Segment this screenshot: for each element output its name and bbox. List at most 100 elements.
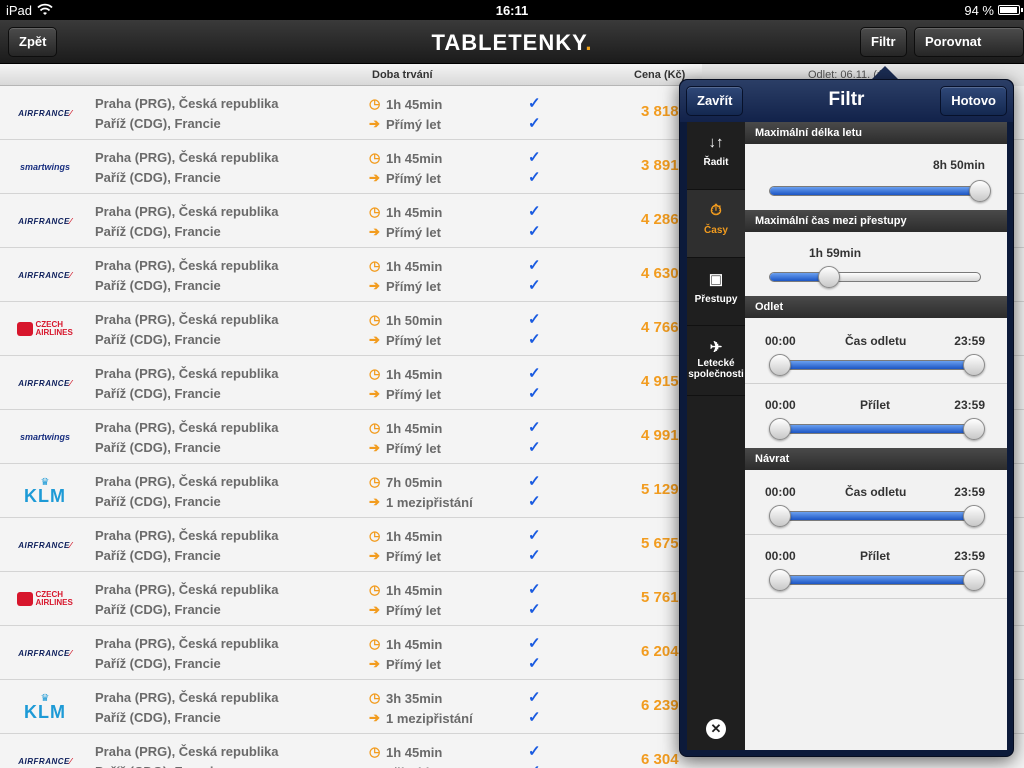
clock-icon: ◷ xyxy=(369,96,381,111)
column-duration[interactable]: Doba trvání xyxy=(372,69,433,81)
check-icon: ✓ xyxy=(528,635,541,652)
destination: Paříž (CDG), Francie xyxy=(95,656,221,671)
arrival-time-range-slider[interactable] xyxy=(769,418,985,440)
check-icon: ✓ xyxy=(528,581,541,598)
origin: Praha (PRG), Česká republika xyxy=(95,420,279,435)
nav-bar: Zpět TABLETENKY. Filtr Porovnat ceny xyxy=(0,20,1024,77)
slider-handle-max[interactable] xyxy=(963,505,985,527)
return-departure-time-from: 00:00 xyxy=(765,485,796,499)
destination: Paříž (CDG), Francie xyxy=(95,548,221,563)
arrow-right-icon: ➔ xyxy=(369,656,380,671)
origin: Praha (PRG), Česká republika xyxy=(95,582,279,597)
price: 5 761 xyxy=(641,589,679,606)
airline-logo: AIRFRANCE⁄ xyxy=(8,194,82,248)
max-duration-slider[interactable] xyxy=(769,180,991,202)
airline-logo: AIRFRANCE⁄ xyxy=(8,518,82,572)
tab-times[interactable]: ⏱ Časy xyxy=(687,190,745,258)
check-icon: ✓ xyxy=(528,149,541,166)
origin: Praha (PRG), Česká republika xyxy=(95,474,279,489)
slider-handle-min[interactable] xyxy=(769,418,791,440)
stops: ➔Přímý let xyxy=(369,764,441,768)
sort-arrows-icon: ↓↑ xyxy=(708,134,724,151)
clock-icon: ◷ xyxy=(369,204,381,219)
clock-icon: ◷ xyxy=(369,366,381,381)
max-transfer-slider[interactable] xyxy=(769,266,981,288)
tab-airlines[interactable]: ✈ Letecké společnosti xyxy=(687,326,745,396)
check-icon: ✓ xyxy=(528,762,541,768)
destination: Paříž (CDG), Francie xyxy=(95,332,221,347)
destination: Paříž (CDG), Francie xyxy=(95,224,221,239)
slider-handle[interactable] xyxy=(969,180,991,202)
check-icon: ✓ xyxy=(528,385,541,402)
slider-handle-min[interactable] xyxy=(769,354,791,376)
status-bar: iPad 16:11 94 % xyxy=(0,0,1024,20)
airfrance-logo: AIRFRANCE⁄ xyxy=(18,648,72,658)
slider-handle-max[interactable] xyxy=(963,418,985,440)
slider-handle-max[interactable] xyxy=(963,569,985,591)
clock-icon: ◷ xyxy=(369,744,381,759)
slider-handle-max[interactable] xyxy=(963,354,985,376)
stops: ➔Přímý let xyxy=(369,332,441,348)
duration: ◷ 7h 05min xyxy=(369,474,443,490)
price: 3 891 xyxy=(641,157,679,174)
airline-logo: CZECH AIRLINES xyxy=(8,302,82,356)
clock-icon: ◷ xyxy=(369,258,381,273)
arrival-time-label: Přílet xyxy=(860,398,891,412)
check-icon: ✓ xyxy=(528,439,541,456)
divider xyxy=(745,534,1007,535)
check-icon: ✓ xyxy=(528,115,541,132)
compare-prices-button[interactable]: Porovnat ceny xyxy=(914,27,1024,77)
duration: ◷ 1h 45min xyxy=(369,528,443,544)
tab-sort[interactable]: ↓↑ Řadit xyxy=(687,122,745,190)
section-departure: Odlet xyxy=(745,296,1007,318)
airline-logo: AIRFRANCE⁄ xyxy=(8,626,82,680)
return-departure-range-slider[interactable] xyxy=(769,505,985,527)
origin: Praha (PRG), Česká republika xyxy=(95,96,279,111)
slider-handle-min[interactable] xyxy=(769,505,791,527)
filter-button[interactable]: Filtr xyxy=(860,27,907,57)
airline-logo: AIRFRANCE⁄ xyxy=(8,248,82,302)
return-arrival-time-to: 23:59 xyxy=(954,549,985,563)
check-icon: ✓ xyxy=(528,203,541,220)
done-button[interactable]: Hotovo xyxy=(940,86,1007,116)
airfrance-logo: AIRFRANCE⁄ xyxy=(18,216,72,226)
clock-icon: ◷ xyxy=(369,474,381,489)
tab-sort-label: Řadit xyxy=(703,157,729,168)
briefcase-icon: ▣ xyxy=(708,271,724,288)
duration: ◷ 3h 35min xyxy=(369,690,443,706)
clock-icon: ◷ xyxy=(369,312,381,327)
check-icon: ✓ xyxy=(528,331,541,348)
tab-transfers[interactable]: ▣ Přestupy xyxy=(687,258,745,326)
close-icon[interactable]: ✕ xyxy=(706,719,726,739)
check-icon: ✓ xyxy=(528,95,541,112)
max-transfer-value: 1h 59min xyxy=(809,246,862,260)
destination: Paříž (CDG), Francie xyxy=(95,494,221,509)
battery-percent: 94 % xyxy=(964,3,994,18)
destination: Paříž (CDG), Francie xyxy=(95,440,221,455)
slider-fill xyxy=(780,425,974,433)
return-arrival-range-slider[interactable] xyxy=(769,569,985,591)
slider-handle[interactable] xyxy=(817,266,840,288)
departure-time-range-slider[interactable] xyxy=(769,354,985,376)
origin: Praha (PRG), Česká republika xyxy=(95,258,279,273)
tab-transfers-label: Přestupy xyxy=(694,294,738,305)
slider-handle-min[interactable] xyxy=(769,569,791,591)
check-icon: ✓ xyxy=(528,419,541,436)
stops: ➔Přímý let xyxy=(369,224,441,240)
column-price[interactable]: Cena (Kč) xyxy=(634,69,685,81)
stops: ➔Přímý let xyxy=(369,116,441,132)
check-icon: ✓ xyxy=(528,601,541,618)
origin: Praha (PRG), Česká republika xyxy=(95,690,279,705)
clock-icon: ◷ xyxy=(369,582,381,597)
clock-icon: ◷ xyxy=(369,150,381,165)
tab-times-label: Časy xyxy=(704,225,728,236)
logo-text: TABLETENKY xyxy=(431,30,586,55)
arrow-right-icon: ➔ xyxy=(369,494,380,509)
destination: Paříž (CDG), Francie xyxy=(95,710,221,725)
arrow-right-icon: ➔ xyxy=(369,278,380,293)
origin: Praha (PRG), Česká republika xyxy=(95,150,279,165)
arrow-right-icon: ➔ xyxy=(369,764,386,768)
stopwatch-icon: ⏱ xyxy=(710,202,722,219)
duration: ◷ 1h 45min xyxy=(369,150,443,166)
return-departure-time-label: Čas odletu xyxy=(845,485,907,499)
